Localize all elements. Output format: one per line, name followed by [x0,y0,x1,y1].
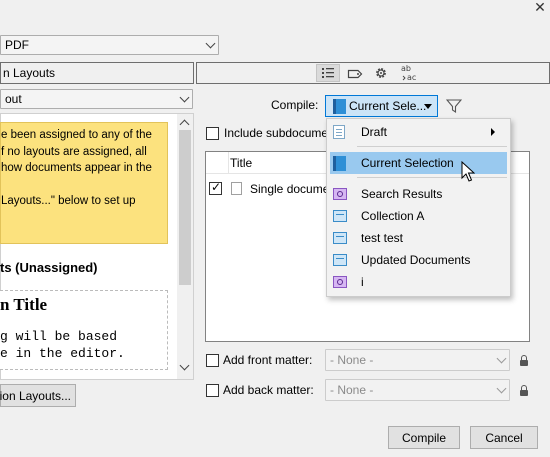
notice-line: Layouts..." below to set up [1,195,136,207]
scrollbar-thumb[interactable] [179,130,191,285]
menu-separator [357,146,507,147]
chevron-down-icon [493,350,509,370]
list-icon[interactable] [316,64,340,82]
format-select-value: PDF [5,38,29,52]
layouts-header-label: n Layouts [3,66,56,80]
gear-icon[interactable] [373,65,389,81]
back-matter-label: Add back matter: [223,383,314,397]
layouts-header: n Layouts [0,62,194,84]
menu-item-test-test[interactable]: test test [328,227,509,249]
layouts-notice: e been assigned to any of the f no layou… [0,122,168,244]
menu-item-label: test test [361,231,404,245]
compile-source-value: Current Sele... [349,99,427,113]
lock-icon[interactable] [520,385,528,396]
menu-item-search-results[interactable]: Search Results [328,183,509,205]
notice-line: e been assigned to any of the [1,129,152,141]
chevron-up-icon[interactable] [179,118,190,130]
search-collection-icon [333,276,347,288]
lock-icon[interactable] [520,355,528,366]
menu-separator [357,177,507,178]
assign-layouts-label: ion Layouts... [0,388,71,403]
spelling-icon[interactable]: ab ac [399,63,421,83]
menu-item-updated-documents[interactable]: Updated Documents [328,249,509,271]
compile-source-select[interactable]: Current Sele... [325,95,438,117]
close-icon[interactable]: ✕ [530,0,550,14]
layouts-scrollbar[interactable] [177,114,193,379]
preview-text-line: g will be based [0,329,118,344]
compile-label: Compile: [271,98,319,112]
front-matter-value: - None - [330,353,374,367]
include-subdocuments-label: Include subdocume [224,126,329,140]
compile-toolbar: ab ac [196,62,550,84]
search-collection-icon [333,188,347,200]
cancel-button[interactable]: Cancel [470,426,538,449]
menu-item-label: Search Results [361,187,443,201]
menu-item-current-selection[interactable]: Current Selection [330,152,507,174]
draft-doc-icon [333,125,345,139]
assign-layouts-button[interactable]: ion Layouts... [0,384,76,407]
column-divider [228,152,229,174]
front-matter-checkbox[interactable] [206,354,219,367]
section-title: ts (Unassigned) [0,260,98,275]
collection-icon [333,210,347,222]
notice-line: how documents appear in the [1,162,152,174]
layout-select[interactable]: out [0,89,193,109]
menu-item-label: Draft [361,125,388,139]
compile-button[interactable]: Compile [388,426,460,449]
chevron-down-icon [202,36,218,54]
document-icon [231,182,242,195]
mouse-cursor-icon [461,160,476,183]
column-title-header[interactable]: Title [230,156,252,170]
menu-item-collection-a[interactable]: Collection A [328,205,509,227]
menu-item-label: Updated Documents [361,253,471,267]
menu-item-label: Collection A [361,209,425,223]
current-selection-icon [333,156,346,171]
cancel-button-label: Cancel [485,430,523,445]
menu-item-label: Current Selection [361,156,454,170]
back-matter-checkbox[interactable] [206,384,219,397]
front-matter-select[interactable]: - None - [325,349,510,371]
back-matter-select[interactable]: - None - [325,379,510,401]
chevron-down-icon [176,90,192,108]
svg-text:ab: ab [401,64,411,73]
include-subdocuments-checkbox[interactable] [206,127,219,140]
submenu-arrow-icon [491,128,495,136]
filter-icon[interactable] [445,98,463,114]
collection-icon [333,254,347,266]
back-matter-value: - None - [330,383,374,397]
compile-source-menu: Draft Current Selection Search Results C… [326,118,511,297]
compile-button-label: Compile [401,430,446,445]
layout-select-value: out [5,92,22,106]
tag-icon[interactable] [347,66,363,82]
menu-item-label: i [361,275,364,289]
format-select[interactable]: PDF [0,35,219,55]
front-matter-label: Add front matter: [223,353,313,367]
notice-line: f no layouts are assigned, all [1,145,147,158]
preview-text-line: e in the editor. [0,346,125,361]
menu-item-i[interactable]: i [328,271,509,293]
dropdown-arrow-icon [424,104,432,109]
row-include-checkbox[interactable] [209,180,222,195]
svg-text:ac: ac [407,73,416,82]
row-title: Single docume [250,182,330,196]
menu-item-draft[interactable]: Draft [328,121,509,143]
layout-preview: n Title g will be based e in the editor. [0,290,168,370]
current-selection-icon [333,99,346,114]
collection-icon [333,232,347,244]
preview-title: n Title [0,295,48,314]
notice-line [1,177,159,194]
chevron-down-icon [493,380,509,400]
chevron-down-icon[interactable] [179,360,190,371]
